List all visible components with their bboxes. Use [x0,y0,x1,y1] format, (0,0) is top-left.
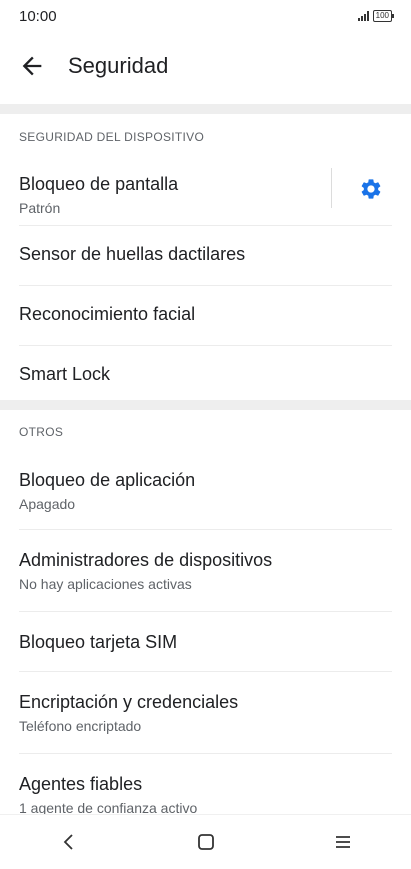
status-bar: 10:00 100 [0,0,411,34]
item-label: Sensor de huellas dactilares [19,244,246,264]
item-subtitle: 1 agente de confianza activo [19,800,198,814]
smart-lock-item[interactable]: Smart Lock [19,346,392,400]
device-admins-item[interactable]: Administradores de dispositivos No hay a… [19,530,392,612]
encryption-credentials-item[interactable]: Encriptación y credenciales Teléfono enc… [19,672,392,754]
item-subtitle: Apagado [19,496,76,512]
trust-agents-item[interactable]: Agentes fiables 1 agente de confianza ac… [19,754,392,814]
vertical-divider [331,168,332,208]
system-icons: 100 [357,10,395,22]
item-subtitle: Patrón [19,200,61,216]
gear-icon[interactable] [350,170,392,208]
camera-notch [150,0,262,26]
item-label: Bloqueo de pantalla [19,174,179,194]
item-label: Encriptación y credenciales [19,692,239,712]
back-nav-icon[interactable] [39,822,99,862]
home-nav-icon[interactable] [176,822,236,862]
system-navigation-bar [0,814,411,869]
section-divider [0,400,411,410]
section-header: SEGURIDAD DEL DISPOSITIVO [19,130,205,144]
screen-lock-item[interactable]: Bloqueo de pantalla Patrón [19,156,392,226]
item-label: Smart Lock [19,364,111,384]
settings-list[interactable]: SEGURIDAD DEL DISPOSITIVO Bloqueo de pan… [0,104,411,814]
page-title: Seguridad [68,53,169,78]
item-label: Reconocimiento facial [19,304,196,324]
fingerprint-sensor-item[interactable]: Sensor de huellas dactilares [19,226,392,286]
item-label: Administradores de dispositivos [19,550,273,570]
back-arrow-icon[interactable] [18,52,46,80]
item-subtitle: No hay aplicaciones activas [19,576,192,592]
battery-icon: 100 [372,10,395,22]
signal-icon [357,11,369,21]
sim-lock-item[interactable]: Bloqueo tarjeta SIM [19,612,392,672]
section-header: OTROS [19,425,64,439]
status-time: 10:00 [19,8,57,25]
item-subtitle: Teléfono encriptado [19,718,142,734]
app-lock-item[interactable]: Bloqueo de aplicación Apagado [19,450,392,530]
app-bar: Seguridad [0,34,411,100]
section-divider [0,104,411,114]
item-label: Bloqueo de aplicación [19,470,196,490]
recents-nav-icon[interactable] [313,822,373,862]
item-label: Agentes fiables [19,774,143,794]
item-label: Bloqueo tarjeta SIM [19,632,178,652]
face-recognition-item[interactable]: Reconocimiento facial [19,286,392,346]
